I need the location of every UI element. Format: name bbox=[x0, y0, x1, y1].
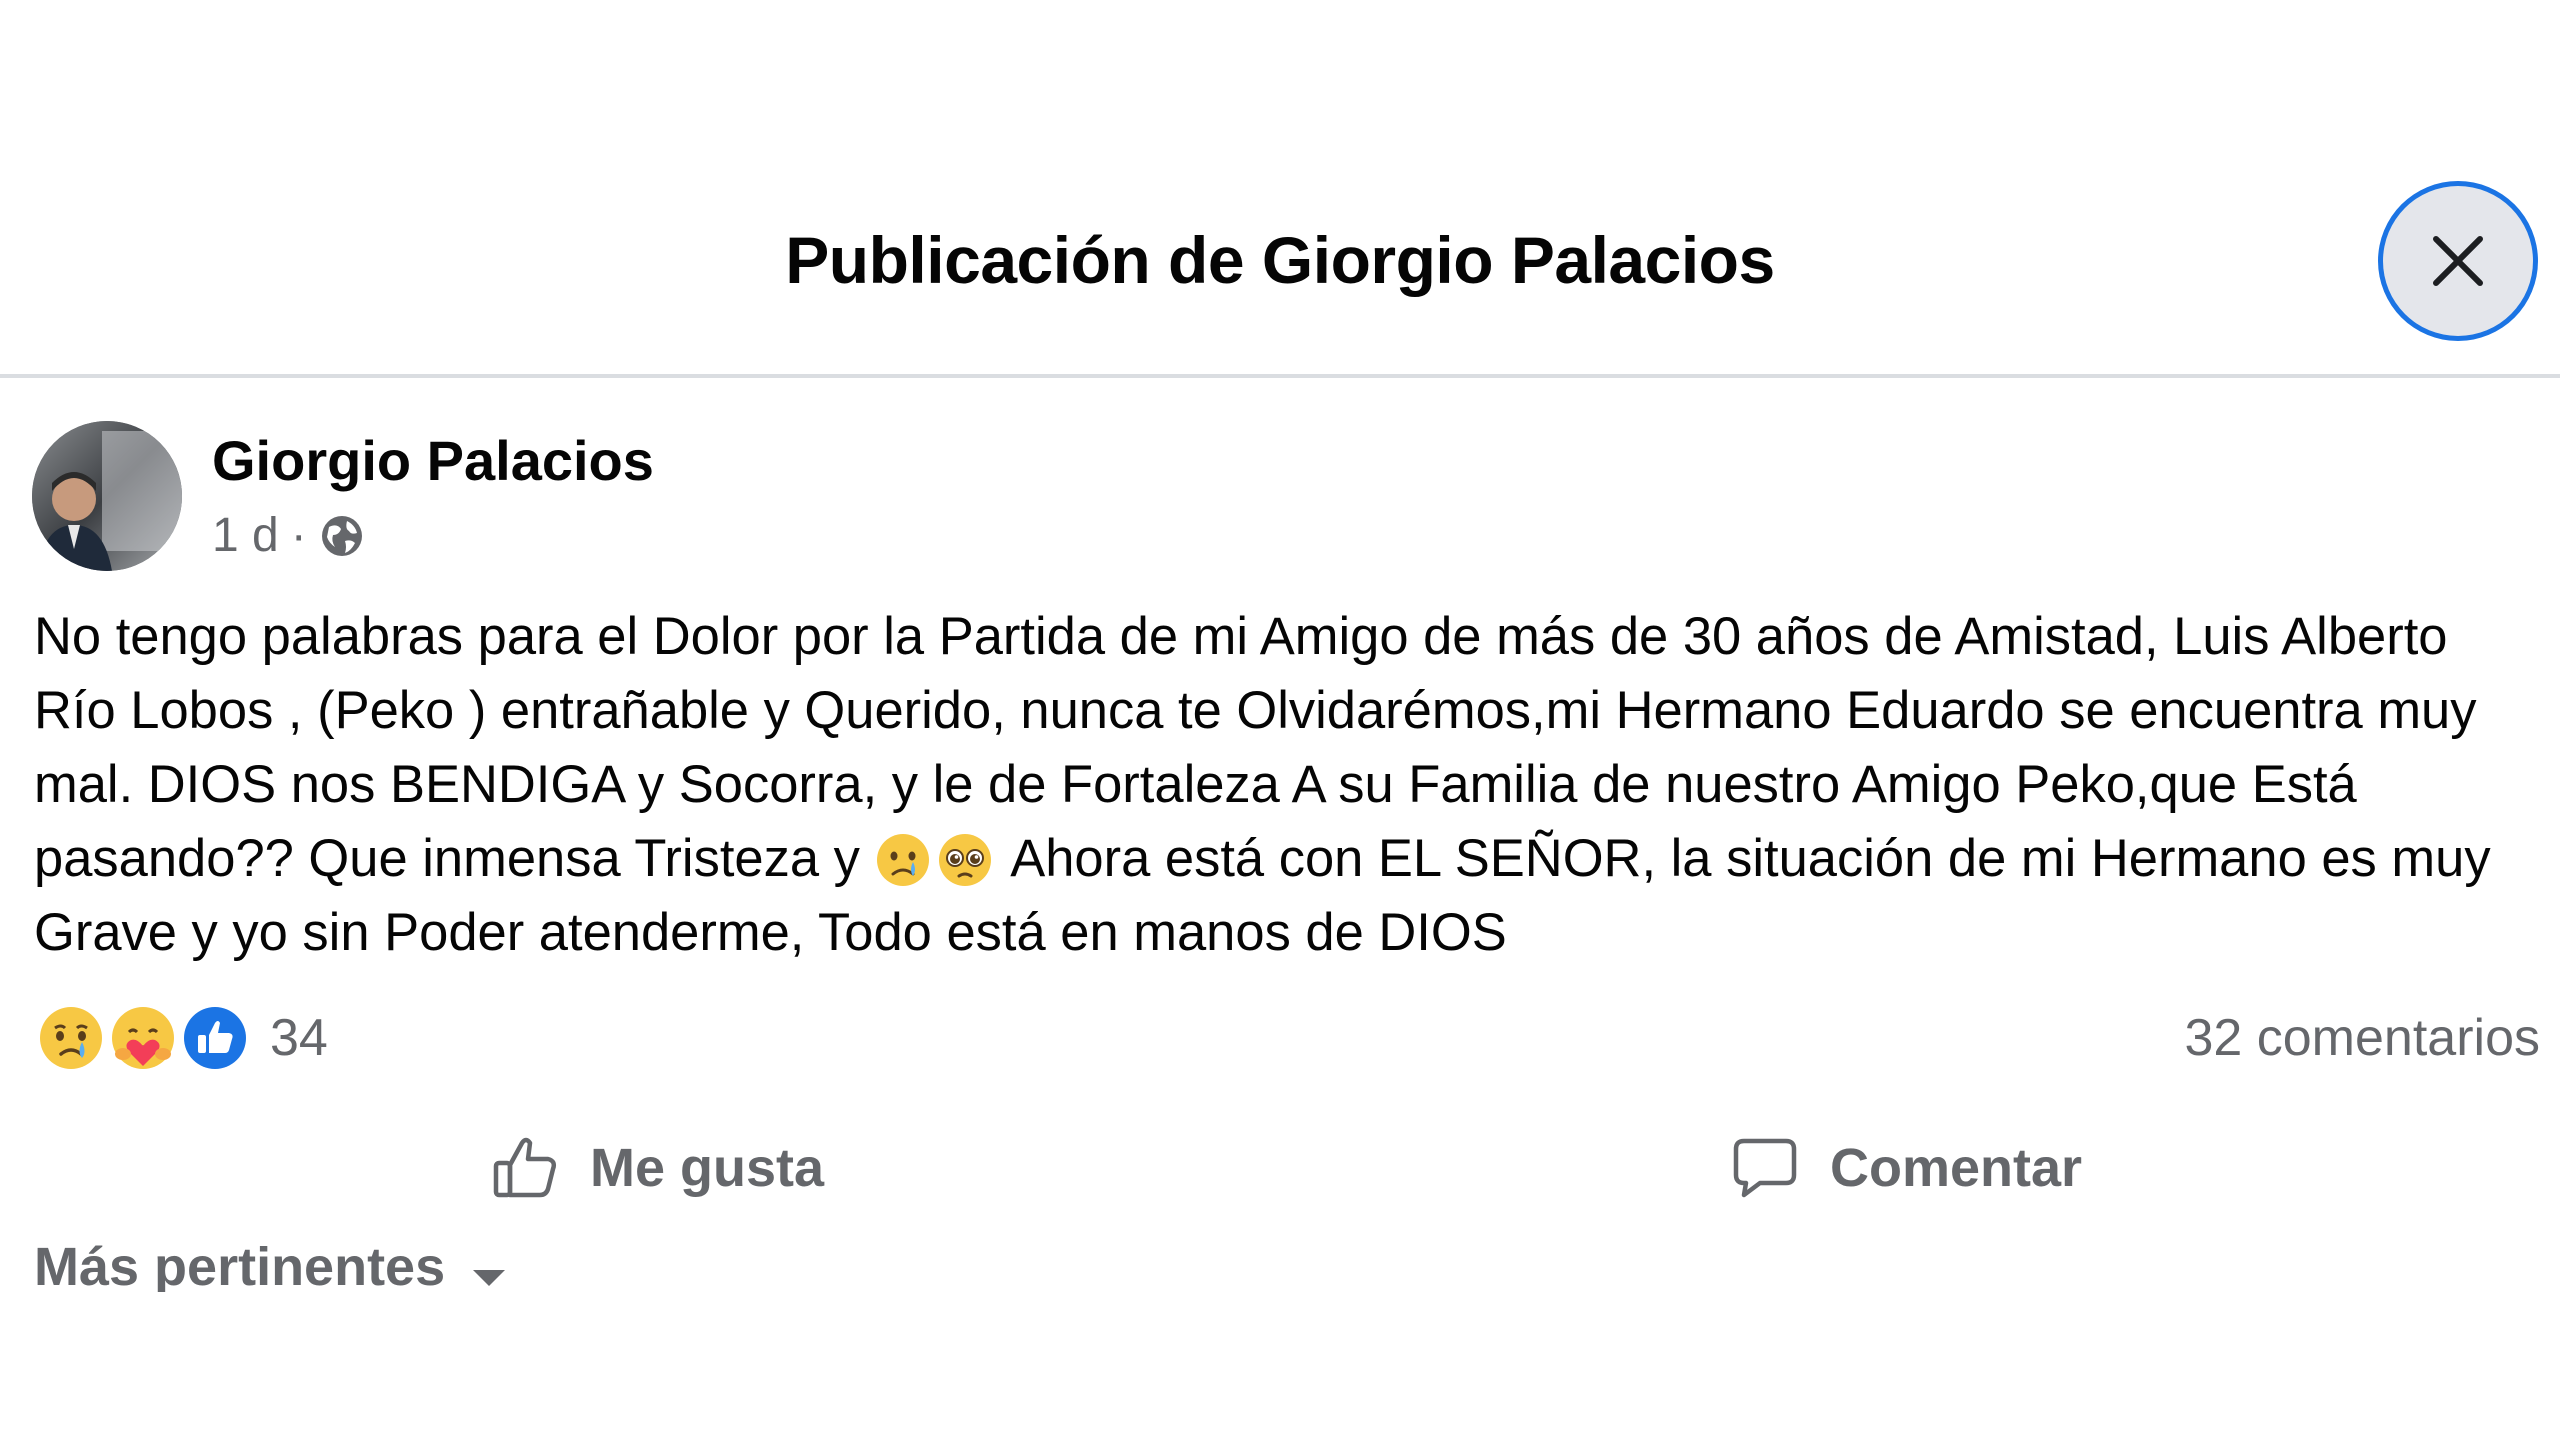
comment-icon bbox=[1733, 1138, 1797, 1198]
globe-icon[interactable] bbox=[319, 513, 365, 559]
meta-separator: · bbox=[290, 509, 307, 562]
sad-reaction-icon bbox=[34, 1001, 108, 1075]
reaction-count[interactable]: 34 bbox=[270, 1008, 328, 1068]
like-label: Me gusta bbox=[590, 1138, 825, 1198]
reactions-summary[interactable]: 34 bbox=[34, 998, 328, 1078]
dialog-header: Publicación de Giorgio Palacios bbox=[0, 0, 2560, 376]
post-text: No tengo palabras para el Dolor por la P… bbox=[34, 600, 2534, 970]
care-reaction-icon bbox=[106, 1001, 180, 1075]
comment-label: Comentar bbox=[1830, 1138, 2083, 1198]
header-divider bbox=[0, 374, 2560, 378]
avatar[interactable] bbox=[32, 421, 182, 571]
like-button[interactable]: Me gusta bbox=[490, 1108, 824, 1228]
like-reaction-icon bbox=[178, 1001, 252, 1075]
avatar-image bbox=[32, 421, 182, 571]
post-meta: 1 d · bbox=[212, 508, 365, 563]
crying-face-emoji bbox=[876, 834, 929, 886]
thumbs-up-icon bbox=[493, 1137, 557, 1198]
comments-sort-dropdown[interactable]: Más pertinentes bbox=[34, 1236, 507, 1292]
close-icon bbox=[2433, 236, 2483, 286]
comments-count[interactable]: 32 comentarios bbox=[2184, 1008, 2540, 1068]
post-time[interactable]: 1 d bbox=[212, 508, 279, 563]
caret-down-icon bbox=[473, 1270, 506, 1286]
close-button[interactable] bbox=[2383, 186, 2533, 336]
comment-button[interactable]: Comentar bbox=[1730, 1108, 2082, 1228]
sort-label: Más pertinentes bbox=[34, 1237, 446, 1292]
post-actions: Me gusta Comentar bbox=[0, 1108, 2560, 1228]
pleading-face-emoji bbox=[938, 834, 991, 886]
author-name[interactable]: Giorgio Palacios bbox=[212, 428, 654, 493]
dialog-title: Publicación de Giorgio Palacios bbox=[785, 223, 1775, 297]
post-dialog: Publicación de Giorgio Palacios Giorgio … bbox=[0, 0, 2560, 1440]
